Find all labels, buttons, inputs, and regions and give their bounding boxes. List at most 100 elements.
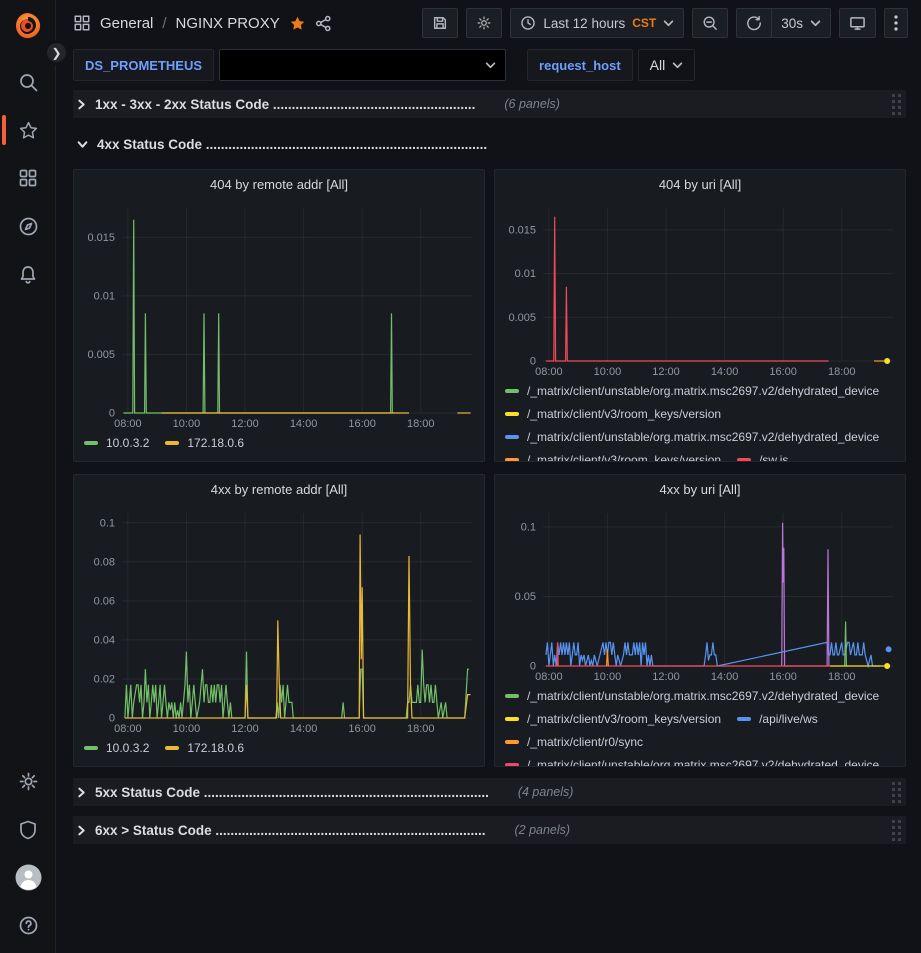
star-filled-icon[interactable] bbox=[289, 15, 306, 32]
panel-title[interactable]: 4xx by uri [All] bbox=[495, 475, 905, 503]
sidebar-item-explore[interactable] bbox=[0, 202, 56, 250]
legend-item[interactable]: /_matrix/client/unstable/org.matrix.msc2… bbox=[505, 684, 879, 707]
svg-text:16:00: 16:00 bbox=[348, 418, 376, 430]
svg-text:0.04: 0.04 bbox=[94, 634, 115, 646]
row-panel-count: (4 panels) bbox=[518, 785, 574, 799]
refresh-button[interactable] bbox=[736, 8, 771, 38]
sidebar-item-server-admin[interactable] bbox=[0, 805, 56, 853]
sidebar-item-dashboards[interactable] bbox=[0, 154, 56, 202]
row-5xx-status-code[interactable]: 5xx Status Code ........................… bbox=[73, 778, 906, 806]
legend-item[interactable]: /sw.js bbox=[737, 448, 788, 461]
legend-item[interactable]: /_matrix/client/v3/room_keys/version bbox=[505, 402, 721, 425]
legend-item[interactable]: /api/live/ws bbox=[737, 707, 818, 730]
panel-title[interactable]: 4xx by remote addr [All] bbox=[74, 475, 484, 503]
svg-text:08:00: 08:00 bbox=[535, 671, 563, 683]
grafana-logo[interactable] bbox=[13, 11, 43, 41]
datasource-variable-dropdown[interactable] bbox=[219, 49, 506, 81]
svg-text:18:00: 18:00 bbox=[407, 723, 435, 735]
legend-item[interactable]: /_matrix/client/unstable/org.matrix.msc2… bbox=[505, 425, 879, 448]
svg-text:14:00: 14:00 bbox=[711, 366, 739, 378]
kebab-menu-button[interactable] bbox=[884, 8, 908, 38]
legend-swatch bbox=[505, 435, 519, 439]
dashboard-settings-button[interactable] bbox=[466, 8, 502, 38]
save-dashboard-button[interactable] bbox=[422, 8, 458, 38]
refresh-icon bbox=[746, 15, 762, 31]
svg-text:10:00: 10:00 bbox=[594, 366, 622, 378]
legend-item[interactable]: 10.0.3.2 bbox=[84, 736, 149, 759]
chart-canvas[interactable]: 00.050.108:0010:0012:0014:0016:0018:00 bbox=[497, 503, 901, 683]
chart-canvas[interactable]: 00.020.040.060.080.108:0010:0012:0014:00… bbox=[76, 503, 480, 735]
row-panel-count: (6 panels) bbox=[504, 97, 560, 111]
legend-label: /_matrix/client/unstable/org.matrix.msc2… bbox=[527, 430, 879, 444]
panel-legend: 10.0.3.2 172.18.0.6 bbox=[74, 735, 484, 759]
svg-text:10:00: 10:00 bbox=[173, 418, 201, 430]
sidebar-item-search[interactable] bbox=[0, 58, 56, 106]
avatar bbox=[15, 864, 42, 891]
legend-swatch bbox=[505, 763, 519, 767]
legend-item[interactable]: 10.0.3.2 bbox=[84, 431, 149, 454]
legend-label: /_matrix/client/unstable/org.matrix.msc2… bbox=[527, 384, 879, 398]
row-6xx-status-code[interactable]: 6xx > Status Code ......................… bbox=[73, 816, 906, 844]
apps-grid-icon[interactable] bbox=[73, 14, 91, 32]
drag-handle-icon[interactable] bbox=[891, 93, 903, 116]
legend-item[interactable]: /_matrix/client/v3/room_keys/version bbox=[505, 448, 721, 461]
main-area: General / NGINX PROXY Last 12 hours CST bbox=[56, 0, 921, 953]
zoom-out-button[interactable] bbox=[692, 8, 728, 38]
sidebar-expand-toggle[interactable]: ❯ bbox=[44, 40, 69, 65]
svg-text:08:00: 08:00 bbox=[535, 366, 563, 378]
panel-title[interactable]: 404 by remote addr [All] bbox=[74, 170, 484, 198]
breadcrumb-dashboard-title[interactable]: NGINX PROXY bbox=[176, 15, 280, 32]
legend-label: /_matrix/client/v3/room_keys/version bbox=[527, 407, 721, 421]
clock-icon bbox=[520, 15, 536, 31]
variables-bar: DS_PROMETHEUS request_host All bbox=[56, 46, 921, 90]
panel-legend: /_matrix/client/unstable/org.matrix.msc2… bbox=[495, 378, 905, 461]
sidebar-item-configuration[interactable] bbox=[0, 757, 56, 805]
panel-grid: 404 by remote addr [All] 00.0050.010.015… bbox=[73, 169, 906, 767]
legend-item[interactable]: /_matrix/client/unstable/org.matrix.msc2… bbox=[505, 379, 879, 402]
refresh-interval-dropdown[interactable]: 30s bbox=[771, 8, 831, 38]
row-4xx-status-code[interactable]: 4xx Status Code ........................… bbox=[73, 130, 906, 158]
svg-text:0.1: 0.1 bbox=[521, 521, 536, 533]
breadcrumb-separator: / bbox=[162, 15, 166, 32]
save-icon bbox=[432, 15, 448, 31]
panel-404-by-uri: 404 by uri [All] 00.0050.010.01508:0010:… bbox=[494, 169, 906, 462]
svg-text:08:00: 08:00 bbox=[114, 418, 142, 430]
refresh-interval-value: 30s bbox=[781, 16, 803, 31]
svg-text:14:00: 14:00 bbox=[711, 671, 739, 683]
legend-label: /sw.js bbox=[759, 453, 788, 462]
sidebar-item-alerting[interactable] bbox=[0, 250, 56, 298]
legend-item[interactable]: 172.18.0.6 bbox=[165, 431, 244, 454]
time-range-picker[interactable]: Last 12 hours CST bbox=[510, 8, 684, 38]
legend-item[interactable]: /_matrix/client/r0/sync bbox=[505, 730, 643, 753]
legend-item[interactable]: /_matrix/client/unstable/org.matrix.msc2… bbox=[505, 753, 879, 766]
sidebar-item-starred[interactable] bbox=[0, 106, 56, 154]
legend-item[interactable]: /_matrix/client/v3/room_keys/version bbox=[505, 707, 721, 730]
legend-swatch bbox=[84, 746, 98, 750]
tv-mode-button[interactable] bbox=[839, 8, 876, 38]
chart-canvas[interactable]: 00.0050.010.01508:0010:0012:0014:0016:00… bbox=[497, 198, 901, 378]
sidebar-item-profile[interactable] bbox=[0, 853, 56, 901]
svg-text:0.08: 0.08 bbox=[94, 556, 115, 568]
panel-title[interactable]: 404 by uri [All] bbox=[495, 170, 905, 198]
breadcrumb-folder[interactable]: General bbox=[100, 15, 153, 32]
host-variable-label: request_host bbox=[527, 49, 633, 81]
chevron-right-icon bbox=[77, 825, 86, 836]
chart-canvas[interactable]: 00.0050.010.01508:0010:0012:0014:0016:00… bbox=[76, 198, 480, 430]
legend-swatch bbox=[165, 441, 179, 445]
legend-label: 10.0.3.2 bbox=[106, 741, 149, 755]
drag-handle-icon[interactable] bbox=[891, 781, 903, 804]
share-icon[interactable] bbox=[315, 15, 332, 32]
row-1xx-3xx-2xx-status-code[interactable]: 1xx - 3xx - 2xx Status Code ............… bbox=[73, 90, 906, 118]
legend-item[interactable]: 172.18.0.6 bbox=[165, 736, 244, 759]
sidebar-item-help[interactable] bbox=[0, 901, 56, 949]
svg-text:0.015: 0.015 bbox=[87, 232, 115, 244]
host-variable-dropdown[interactable]: All bbox=[638, 49, 696, 81]
legend-swatch bbox=[737, 717, 751, 721]
panel-4xx-by-remote-addr: 4xx by remote addr [All] 00.020.040.060.… bbox=[73, 474, 485, 767]
drag-handle-icon[interactable] bbox=[891, 819, 903, 842]
svg-text:10:00: 10:00 bbox=[173, 723, 201, 735]
dashboard-header: General / NGINX PROXY Last 12 hours CST bbox=[56, 0, 921, 46]
star-icon bbox=[18, 120, 39, 141]
help-icon bbox=[18, 915, 39, 936]
panel-404-by-remote-addr: 404 by remote addr [All] 00.0050.010.015… bbox=[73, 169, 485, 462]
